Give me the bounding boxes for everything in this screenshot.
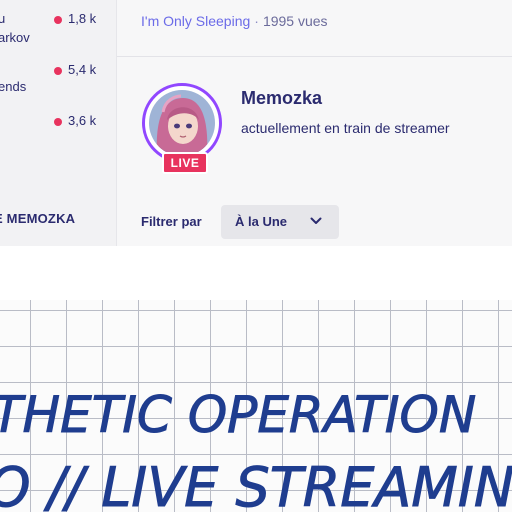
- sidebar-channel-row[interactable]: u 1,8 k: [0, 10, 116, 30]
- filter-selected-value: À la Une: [235, 214, 288, 229]
- sidebar-viewer-count: 1,8 k: [68, 11, 97, 26]
- sidebar-channel-name: arkov: [0, 30, 30, 45]
- sidebar-channel-row[interactable]: ends: [0, 78, 116, 98]
- sidebar-channel-name: ends: [0, 79, 27, 94]
- live-badge: LIVE: [162, 152, 208, 174]
- sidebar-footer-link[interactable]: E MEMOZKA: [0, 211, 75, 226]
- sidebar-viewer-count: 5,4 k: [68, 62, 97, 77]
- sidebar-channel-row[interactable]: 3,6 k: [0, 112, 116, 132]
- followed-channels-sidebar: u 1,8 k arkov 5,4 k ends 3,6 k E MEMOZKA: [0, 0, 116, 246]
- sidebar-channel-row[interactable]: arkov: [0, 29, 116, 49]
- notebook-photo: THETIC OPERATION O // LIVE STREAMING: [0, 300, 512, 517]
- video-info-strip: I'm Only Sleeping · 1995 vues: [117, 0, 512, 57]
- sidebar-channel-name: u: [0, 11, 6, 26]
- channel-panel: I'm Only Sleeping · 1995 vues LIVE Memozka…: [116, 0, 512, 246]
- handwritten-line-2: O // LIVE STREAMING: [0, 456, 512, 512]
- video-title-line: I'm Only Sleeping · 1995 vues: [141, 13, 328, 29]
- handwritten-line-1: THETIC OPERATION: [0, 386, 476, 444]
- channel-avatar-ring[interactable]: [142, 83, 222, 163]
- live-dot-icon: [54, 118, 62, 126]
- filter-label: Filtrer par: [141, 214, 202, 229]
- filter-dropdown[interactable]: À la Une: [221, 205, 339, 239]
- channel-name[interactable]: Memozka: [241, 88, 322, 109]
- title-separator: ·: [254, 13, 259, 29]
- avatar: [149, 90, 215, 156]
- graph-paper-image: THETIC OPERATION O // LIVE STREAMING: [0, 300, 512, 517]
- video-view-count: 1995 vues: [262, 13, 328, 29]
- channel-status: actuellement en train de streamer: [241, 120, 450, 136]
- avatar-image: [149, 90, 215, 156]
- video-title-link[interactable]: I'm Only Sleeping: [141, 13, 250, 29]
- live-dot-icon: [54, 16, 62, 24]
- chevron-down-icon: [310, 217, 322, 224]
- sidebar-viewer-count: 3,6 k: [68, 113, 97, 128]
- live-dot-icon: [54, 67, 62, 75]
